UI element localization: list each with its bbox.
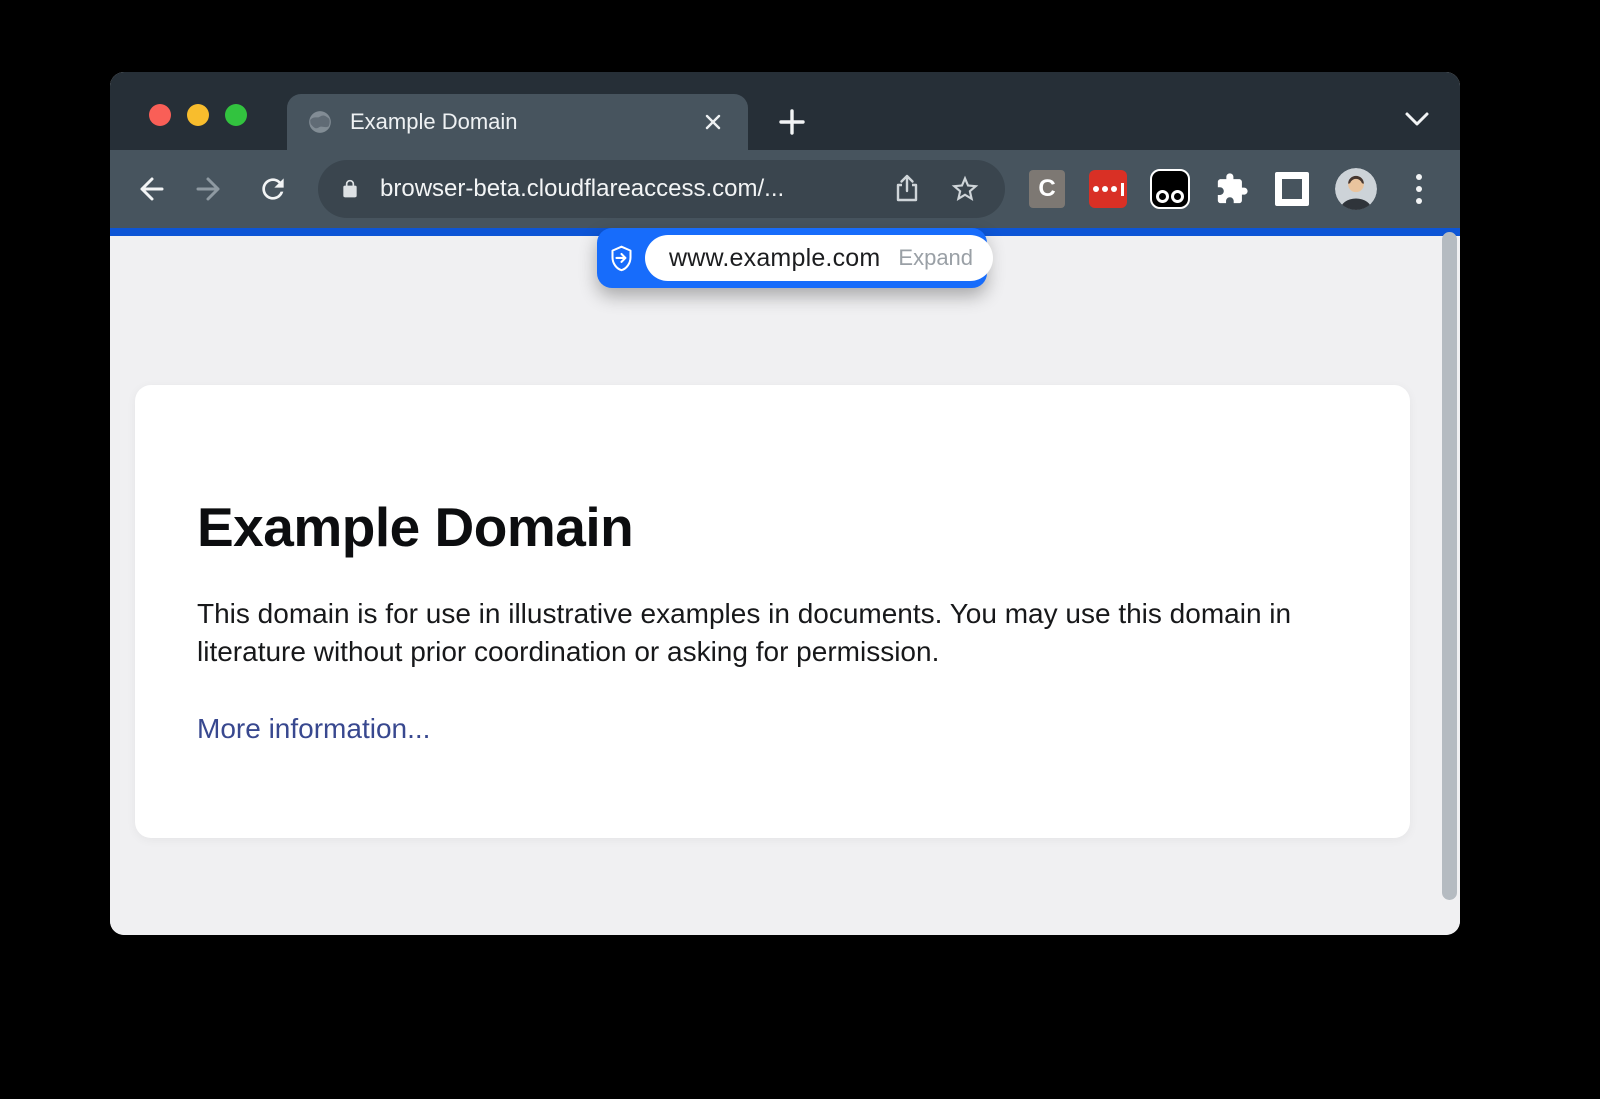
- isolation-expand-button[interactable]: Expand: [880, 245, 973, 271]
- scrollbar-thumb[interactable]: [1442, 232, 1457, 900]
- minimize-window-button[interactable]: [187, 104, 209, 126]
- dark-circles-extension-icon[interactable]: [1150, 169, 1190, 209]
- back-arrow-icon: [132, 172, 166, 206]
- c-extension-label: C: [1038, 175, 1055, 203]
- c-extension-icon[interactable]: C: [1029, 170, 1065, 208]
- reload-icon: [257, 173, 289, 205]
- active-tab[interactable]: Example Domain: [287, 94, 748, 150]
- isolation-url-pill[interactable]: www.example.com Expand: [597, 228, 987, 288]
- forward-arrow-icon: [194, 172, 228, 206]
- extensions-puzzle-icon[interactable]: [1214, 171, 1250, 207]
- new-tab-button[interactable]: [770, 100, 814, 144]
- star-icon[interactable]: [949, 173, 981, 205]
- back-button[interactable]: [126, 166, 172, 212]
- avatar: [1335, 168, 1377, 210]
- address-bar[interactable]: browser-beta.cloudflareaccess.com/...: [318, 160, 1005, 218]
- traffic-lights: [149, 104, 247, 126]
- chevron-down-icon: [1404, 111, 1430, 129]
- page-title: Example Domain: [197, 495, 1348, 559]
- close-tab-icon[interactable]: [698, 107, 728, 137]
- reload-button[interactable]: [250, 166, 296, 212]
- side-panel-icon[interactable]: [1275, 172, 1309, 206]
- lock-icon: [340, 177, 360, 201]
- browser-menu-button[interactable]: [1407, 169, 1431, 209]
- shield-arrow-icon: [597, 245, 645, 272]
- globe-icon: [307, 109, 333, 135]
- example-domain-card: Example Domain This domain is for use in…: [135, 385, 1410, 838]
- isolation-hostname-pill[interactable]: www.example.com Expand: [645, 235, 993, 281]
- plus-icon: [778, 108, 806, 136]
- more-information-link[interactable]: More information...: [197, 713, 430, 745]
- zoom-window-button[interactable]: [225, 104, 247, 126]
- tab-title: Example Domain: [350, 109, 518, 135]
- profile-avatar[interactable]: [1335, 168, 1377, 210]
- browser-window: Example Domain: [110, 72, 1460, 935]
- isolation-hostname: www.example.com: [669, 244, 880, 273]
- tab-search-button[interactable]: [1402, 108, 1432, 132]
- page-viewport: Example Domain This domain is for use in…: [110, 236, 1460, 935]
- forward-button[interactable]: [188, 166, 234, 212]
- tab-strip: Example Domain: [110, 72, 1460, 150]
- share-icon[interactable]: [891, 173, 923, 205]
- toolbar: browser-beta.cloudflareaccess.com/... C: [110, 150, 1460, 228]
- close-window-button[interactable]: [149, 104, 171, 126]
- page-paragraph: This domain is for use in illustrative e…: [197, 595, 1347, 671]
- red-dots-extension-icon[interactable]: [1089, 170, 1127, 208]
- url-text: browser-beta.cloudflareaccess.com/...: [380, 175, 784, 203]
